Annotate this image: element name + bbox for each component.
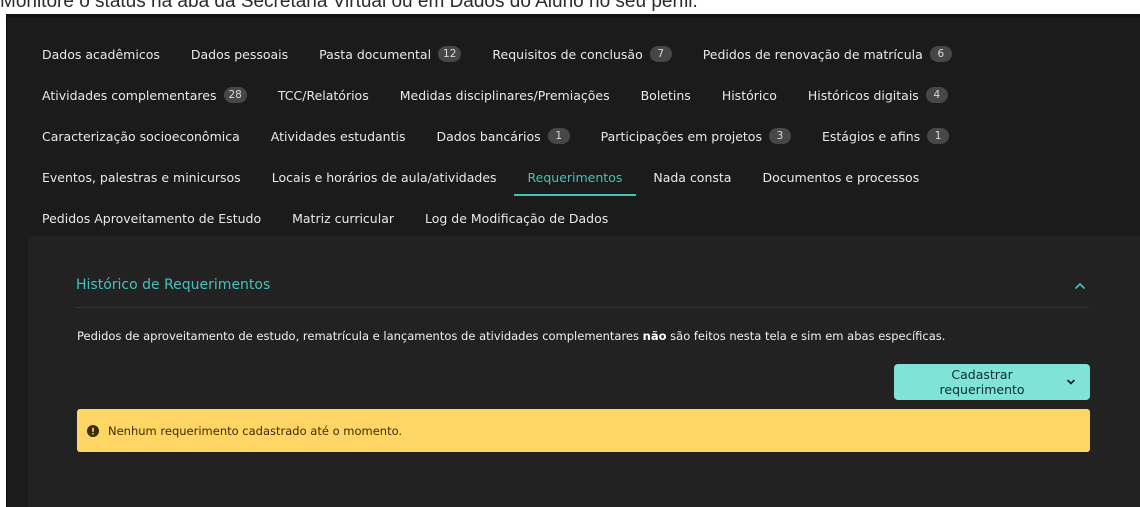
tab-locais-e-horarios-de-aula-atividades[interactable]: Locais e horários de aula/atividades (258, 158, 511, 196)
notice-text-end: são feitos nesta tela e sim em abas espe… (666, 329, 946, 343)
tab-label: Dados acadêmicos (42, 46, 160, 62)
tab-label: Documentos e processos (762, 169, 920, 185)
tab-historico[interactable]: Histórico (708, 76, 791, 114)
tab-pedidos-aproveitamento-de-estudo[interactable]: Pedidos Aproveitamento de Estudo (28, 199, 275, 237)
count-badge: 6 (929, 46, 952, 62)
count-badge: 7 (649, 46, 672, 62)
tab-pedidos-de-renovacao-de-matricula[interactable]: Pedidos de renovação de matrícula 6 (689, 35, 966, 73)
empty-state-alert: Nenhum requerimento cadastrado até o mom… (77, 409, 1090, 452)
tab-historicos-digitais[interactable]: Históricos digitais 4 (794, 76, 962, 114)
panel-title: Histórico de Requerimentos (76, 277, 271, 293)
notice-emphasis: não (642, 329, 667, 343)
tab-label: Pedidos Aproveitamento de Estudo (42, 210, 262, 226)
tab-log-de-modificacao-de-dados[interactable]: Log de Modificação de Dados (411, 199, 622, 237)
tab-label: Requerimentos (527, 169, 623, 185)
tab-row-5: Pedidos Aproveitamento de Estudo Matriz c… (7, 199, 622, 237)
tab-estagios-e-afins[interactable]: Estágios e afins 1 (808, 117, 963, 155)
profile-tabs: Dados acadêmicos Dados pessoais Pasta docu… (7, 14, 1140, 236)
tab-label: Dados pessoais (190, 46, 289, 62)
tab-label: Estágios e afins (821, 128, 921, 144)
tab-label: TCC/Relatórios (277, 87, 369, 103)
chevron-down-icon (1067, 379, 1075, 385)
tab-label: Pasta documental (319, 46, 432, 62)
chevron-up-icon[interactable] (1073, 279, 1087, 293)
cadastrar-requerimento-label: Cadastrar requerimento (939, 367, 1025, 397)
tab-row-3: Caracterização socioeconômica Atividades … (7, 117, 963, 155)
tab-documentos-e-processos[interactable]: Documentos e processos (748, 158, 933, 196)
requerimentos-panel: Histórico de Requerimentos Pedidos de ap… (28, 236, 1140, 507)
tab-dados-academicos[interactable]: Dados acadêmicos (28, 35, 174, 73)
cadastrar-requerimento-button[interactable]: Cadastrar requerimento (894, 364, 1090, 400)
tab-requerimentos[interactable]: Requerimentos (513, 158, 637, 196)
count-badge: 28 (223, 87, 247, 103)
student-profile-app: Dados acadêmicos Dados pessoais Pasta docu… (6, 14, 1140, 507)
tab-label: Caracterização socioeconômica (42, 128, 240, 144)
tab-boletins[interactable]: Boletins (627, 76, 705, 114)
count-badge: 12 (438, 46, 462, 62)
exclamation-circle-icon (87, 424, 99, 437)
tab-label: Atividades complementares (42, 87, 217, 103)
tab-tcc-relatorios[interactable]: TCC/Relatórios (264, 76, 383, 114)
tab-label: Requisitos de conclusão (492, 46, 643, 62)
tab-caracterizacao-socioeconomica[interactable]: Caracterização socioeconômica (28, 117, 254, 155)
count-badge: 4 (925, 87, 948, 103)
tab-label: Nada consta (653, 169, 732, 185)
tab-row-2: Atividades complementares 28 TCC/Relatório… (7, 76, 962, 114)
page-caption: Monitore o status na aba da Secretaria V… (0, 0, 698, 12)
alert-text: Nenhum requerimento cadastrado até o mom… (108, 423, 403, 438)
info-notice: Pedidos de aproveitamento de estudo, rem… (77, 329, 1097, 343)
tab-label: Log de Modificação de Dados (425, 210, 609, 226)
tab-label: Atividades estudantis (270, 128, 406, 144)
tab-label: Dados bancários (436, 128, 541, 144)
tab-matriz-curricular[interactable]: Matriz curricular (278, 199, 408, 237)
tab-label: Participações em projetos (600, 128, 762, 144)
tab-eventos-palestras-e-minicursos[interactable]: Eventos, palestras e minicursos (28, 158, 255, 196)
notice-text-start: Pedidos de aproveitamento de estudo, rem… (77, 329, 643, 343)
count-badge: 1 (547, 128, 570, 144)
tab-atividades-complementares[interactable]: Atividades complementares 28 (28, 76, 261, 114)
tab-label: Matriz curricular (292, 210, 394, 226)
tab-label: Histórico (721, 87, 777, 103)
tab-nada-consta[interactable]: Nada consta (639, 158, 745, 196)
tab-atividades-estudantis[interactable]: Atividades estudantis (257, 117, 420, 155)
tab-label: Medidas disciplinares/Premiações (399, 87, 610, 103)
count-badge: 1 (927, 128, 950, 144)
tab-pasta-documental[interactable]: Pasta documental 12 (305, 35, 475, 73)
tab-dados-bancarios[interactable]: Dados bancários 1 (422, 117, 583, 155)
tab-label: Eventos, palestras e minicursos (42, 169, 241, 185)
tab-label: Históricos digitais (807, 87, 919, 103)
panel-header[interactable]: Histórico de Requerimentos (76, 271, 1089, 308)
tab-dados-pessoais[interactable]: Dados pessoais (177, 35, 302, 73)
tab-medidas-disciplinares-premiacoes[interactable]: Medidas disciplinares/Premiações (386, 76, 624, 114)
tab-label: Boletins (640, 87, 691, 103)
count-badge: 3 (768, 128, 791, 144)
tab-participacoes-em-projetos[interactable]: Participações em projetos 3 (587, 117, 805, 155)
tab-label: Locais e horários de aula/atividades (271, 169, 497, 185)
tab-requisitos-de-conclusao[interactable]: Requisitos de conclusão 7 (478, 35, 685, 73)
tab-row-1: Dados acadêmicos Dados pessoais Pasta docu… (7, 35, 966, 73)
tab-label: Pedidos de renovação de matrícula (702, 46, 923, 62)
tab-row-4: Eventos, palestras e minicursos Locais e … (7, 158, 933, 196)
